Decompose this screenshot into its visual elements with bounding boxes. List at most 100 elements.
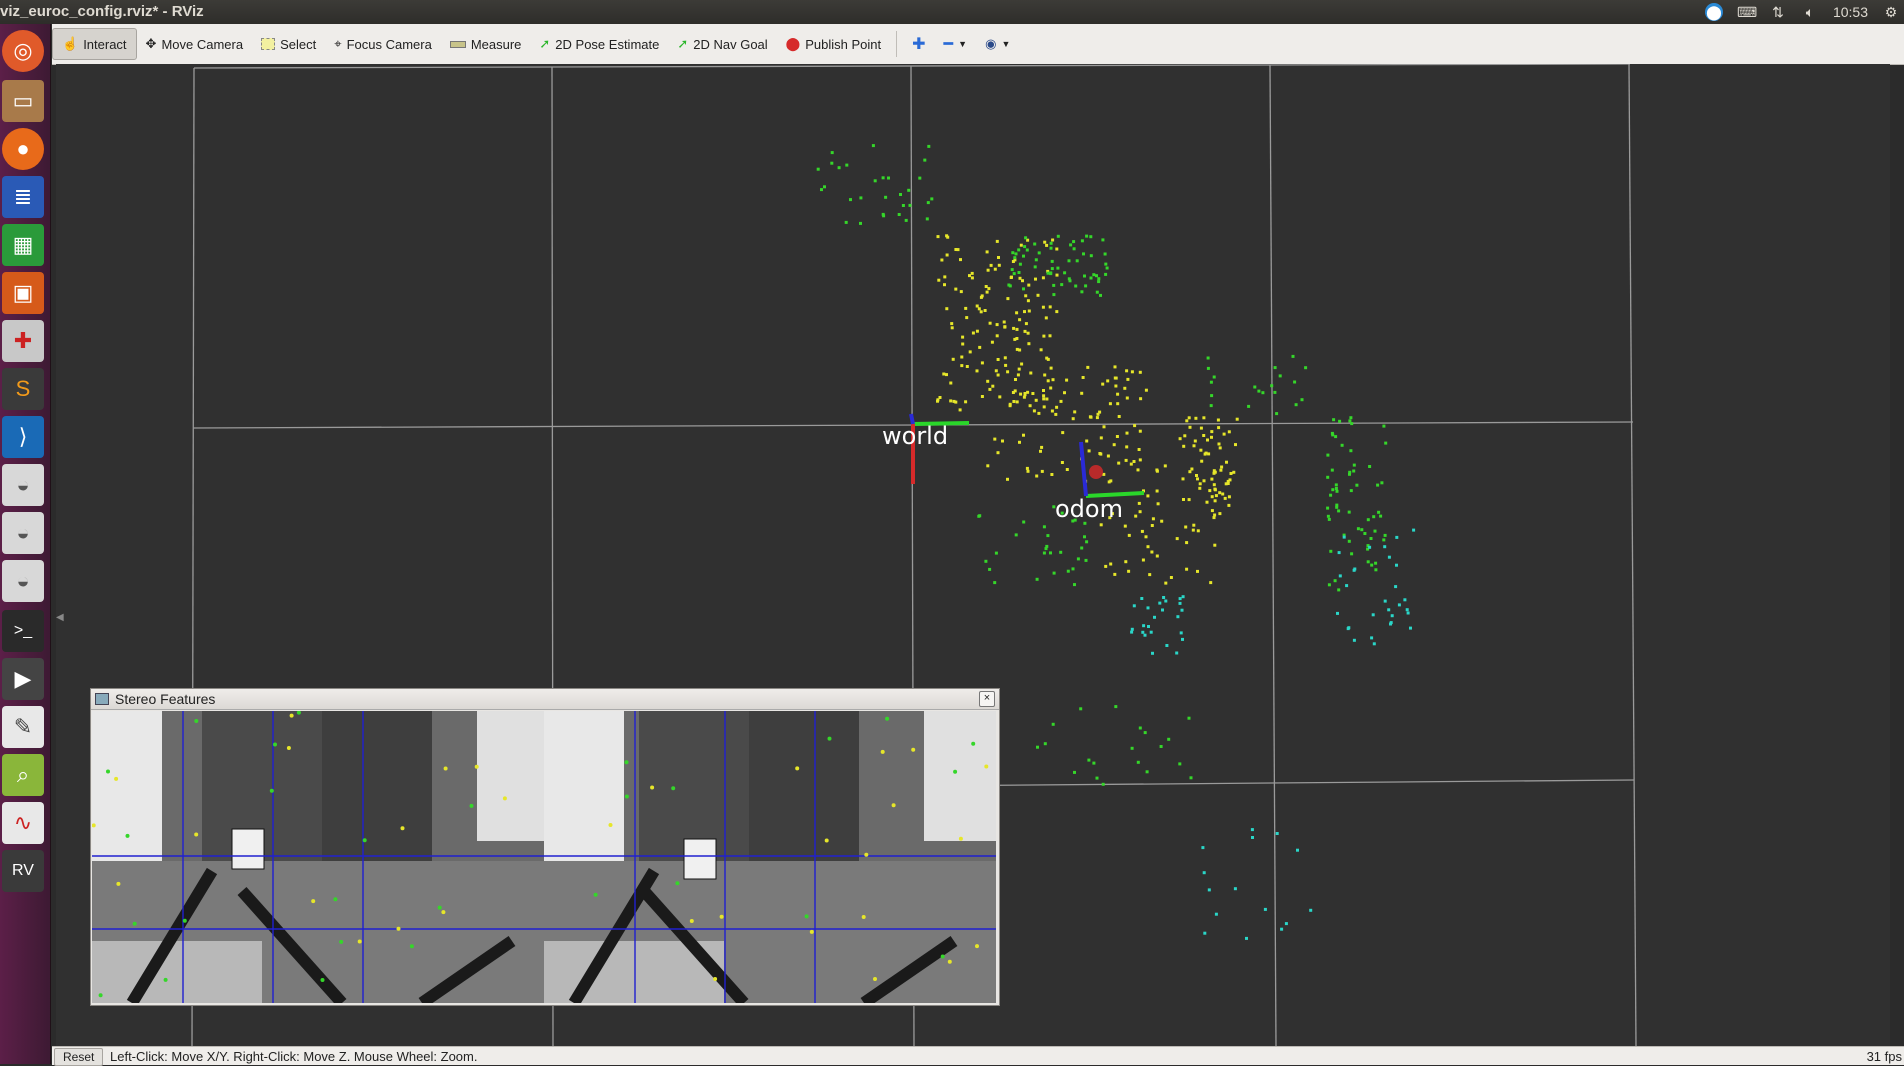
panel-titlebar[interactable]: Stereo Features × xyxy=(91,689,999,710)
writer-icon[interactable]: ≣ xyxy=(2,176,44,218)
point xyxy=(1175,651,1179,655)
left-dock-handle[interactable]: ◀ xyxy=(56,612,64,623)
firefox-icon[interactable]: ● xyxy=(2,128,44,170)
point xyxy=(1033,265,1037,269)
accessibility-icon[interactable]: ⬤ xyxy=(1704,3,1723,21)
point xyxy=(1124,458,1128,462)
point xyxy=(1380,481,1384,485)
point xyxy=(1374,568,1378,572)
feature-point xyxy=(443,766,448,771)
point xyxy=(1181,637,1184,641)
reset-button[interactable]: Reset xyxy=(54,1048,104,1066)
remove-tool-button[interactable]: ━ ▼ xyxy=(935,29,977,59)
volume-icon[interactable]: 🔈︎ xyxy=(1801,3,1819,21)
calc-icon[interactable]: ▦ xyxy=(2,224,44,266)
point xyxy=(1336,611,1339,615)
feature-point xyxy=(194,719,199,723)
point xyxy=(1087,449,1091,453)
text-editor-icon[interactable]: ✎ xyxy=(2,706,44,748)
point xyxy=(1095,776,1099,780)
point xyxy=(1055,405,1059,409)
point xyxy=(1369,537,1373,540)
disk-icon[interactable]: ◒ xyxy=(2,560,44,602)
tool-interact[interactable]: ☝ Interact xyxy=(52,28,137,60)
tool-2d-pose-estimate[interactable]: ➚ 2D Pose Estimate xyxy=(530,29,668,59)
point xyxy=(1018,318,1022,322)
point xyxy=(1403,598,1407,602)
point xyxy=(1022,520,1026,524)
impress-icon[interactable]: ▣ xyxy=(2,272,44,314)
point xyxy=(1123,386,1127,390)
sublime-icon[interactable]: S xyxy=(2,368,44,410)
point xyxy=(1089,254,1093,258)
tool-measure[interactable]: Measure xyxy=(441,29,531,59)
ubuntu-icon[interactable]: ◎ xyxy=(2,30,44,72)
point xyxy=(1102,425,1106,429)
point xyxy=(1161,608,1164,612)
point xyxy=(1183,434,1187,438)
feature-point xyxy=(269,788,274,793)
point xyxy=(1022,254,1025,258)
point xyxy=(1304,366,1308,370)
tool-select[interactable]: Select xyxy=(252,29,325,59)
rviz-toolbar: ☝ Interact ✥ Move Camera Select ⌖ Focus … xyxy=(52,24,1904,65)
point xyxy=(1013,256,1017,260)
clock[interactable]: 10:53 xyxy=(1833,4,1868,20)
point xyxy=(1210,495,1214,499)
close-button[interactable]: × xyxy=(979,691,995,707)
point xyxy=(1178,601,1182,605)
point xyxy=(1355,483,1359,487)
point xyxy=(1049,271,1053,275)
feature-point xyxy=(864,852,869,857)
rviz-icon[interactable]: RV xyxy=(2,850,44,892)
point xyxy=(1003,356,1007,360)
point xyxy=(1104,262,1108,266)
disk-icon[interactable]: ◒ xyxy=(2,512,44,554)
stereo-features-panel[interactable]: Stereo Features × xyxy=(90,688,1000,1006)
point xyxy=(1043,240,1047,244)
point xyxy=(901,204,905,207)
point xyxy=(1220,465,1224,469)
point xyxy=(1382,538,1386,542)
point xyxy=(1387,555,1391,559)
point xyxy=(1213,513,1217,517)
feature-point xyxy=(650,785,655,790)
feature-point xyxy=(824,838,829,843)
gear-icon[interactable]: ⚙ xyxy=(1882,3,1900,21)
point xyxy=(1208,489,1212,493)
point xyxy=(1072,247,1076,251)
tool-focus-camera[interactable]: ⌖ Focus Camera xyxy=(325,29,441,59)
fps-readout: 31 fps xyxy=(1866,1049,1902,1064)
app-icon[interactable]: ∿ xyxy=(2,802,44,844)
keyboard-icon[interactable]: ⌨ xyxy=(1737,3,1757,21)
terminal-icon[interactable]: >_ xyxy=(2,610,44,652)
tool-2d-nav-goal[interactable]: ➚ 2D Nav Goal xyxy=(668,29,776,59)
search-icon[interactable]: ⌕ xyxy=(2,754,44,796)
vscode-icon[interactable]: ⟩ xyxy=(2,416,44,458)
point xyxy=(1352,469,1356,473)
files-icon[interactable]: ▭ xyxy=(2,80,44,122)
point xyxy=(1212,483,1216,487)
point xyxy=(1015,347,1019,351)
feature-point xyxy=(971,741,976,746)
point xyxy=(977,307,981,311)
tool-publish-point[interactable]: ⬤ Publish Point xyxy=(777,29,890,59)
point xyxy=(988,321,992,325)
point xyxy=(979,295,983,299)
point xyxy=(978,345,982,349)
point xyxy=(1034,258,1038,262)
point xyxy=(1095,290,1099,294)
point xyxy=(1162,596,1166,599)
point xyxy=(961,335,965,339)
point xyxy=(946,235,950,239)
view-tool-button[interactable]: ◉ ▼ xyxy=(976,29,1019,59)
video-icon[interactable]: ▶ xyxy=(2,658,44,700)
point xyxy=(994,369,998,373)
settings-icon[interactable]: ✚ xyxy=(2,320,44,362)
tool-move-camera[interactable]: ✥ Move Camera xyxy=(137,29,253,59)
feature-point xyxy=(116,881,121,886)
add-tool-button[interactable]: ✚ xyxy=(903,29,934,59)
disk-icon[interactable]: ◒ xyxy=(2,464,44,506)
point xyxy=(1034,398,1038,402)
network-icon[interactable]: ⇅ xyxy=(1769,3,1787,21)
